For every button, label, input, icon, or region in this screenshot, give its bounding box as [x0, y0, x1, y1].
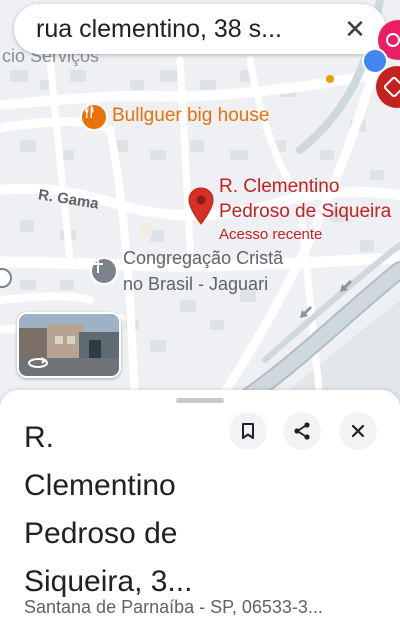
clear-search-icon[interactable]: ✕ [340, 14, 370, 44]
save-button[interactable] [229, 412, 267, 450]
pin-title-line2: Pedroso de Siqueira [219, 201, 392, 222]
search-bar[interactable]: rua clementino, 38 s... ✕ [14, 4, 386, 54]
location-pin-icon[interactable] [187, 187, 215, 225]
fork-knife-icon [85, 106, 94, 118]
church-cross-icon [93, 259, 103, 273]
place-address: Santana de Parnaíba - SP, 06533-3... [24, 597, 323, 617]
pin-subtitle: Acesso recente [219, 226, 323, 243]
search-input[interactable]: rua clementino, 38 s... [36, 15, 326, 44]
place-title-line: R. [24, 421, 54, 454]
church-label-line2[interactable]: no Brasil - Jaguari [123, 274, 268, 295]
account-icon [386, 33, 400, 47]
restaurant-marker[interactable] [80, 103, 108, 131]
map-view[interactable]: cio Serviços Bullguer big house R. Gama … [0, 0, 400, 400]
restaurant-label[interactable]: Bullguer big house [112, 105, 269, 127]
bookmark-icon [242, 423, 254, 439]
close-panel-button[interactable] [339, 412, 377, 450]
place-title: R. Clementino Pedroso de Siqueira, 3... [24, 414, 224, 606]
church-marker[interactable] [90, 257, 118, 285]
share-button[interactable] [283, 412, 321, 450]
church-label-line1[interactable]: Congregação Cristã [123, 248, 283, 269]
place-details-panel[interactable]: R. Clementino Pedroso de Siqueira, 3... … [0, 390, 400, 625]
drag-handle[interactable] [176, 398, 224, 403]
directions-icon [384, 77, 400, 97]
place-title-line: Clementino [24, 469, 176, 502]
share-icon [294, 422, 310, 440]
rotate-360-icon [28, 357, 48, 368]
pin-title-line1: R. Clementino [219, 176, 340, 197]
close-icon [351, 424, 365, 438]
place-title-line: Pedroso de [24, 517, 178, 550]
street-view-thumbnail[interactable] [17, 312, 121, 378]
